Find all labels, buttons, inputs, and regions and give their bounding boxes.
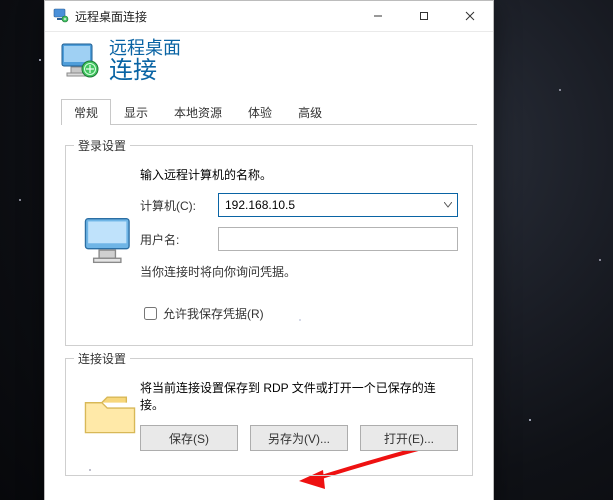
banner-title: 远程桌面 xyxy=(109,38,181,58)
close-button[interactable] xyxy=(447,1,493,31)
conn-group-title: 连接设置 xyxy=(74,350,130,367)
banner-subtitle: 连接 xyxy=(109,58,181,84)
username-input[interactable] xyxy=(218,227,458,251)
close-icon xyxy=(465,11,475,21)
tab-local-resources[interactable]: 本地资源 xyxy=(161,99,235,126)
folder-icon xyxy=(80,427,140,441)
computer-input[interactable] xyxy=(219,194,439,216)
tab-strip: 常规 显示 本地资源 体验 高级 xyxy=(45,92,493,125)
save-credentials-checkbox[interactable] xyxy=(144,307,157,320)
tab-general[interactable]: 常规 xyxy=(61,99,111,126)
maximize-icon xyxy=(419,11,429,21)
computer-combobox[interactable] xyxy=(218,193,458,217)
minimize-button[interactable] xyxy=(355,1,401,31)
content-area: 登录设置 输入远程计算机的名称。 计算机(C): xyxy=(45,125,493,500)
desktop-background: 远程桌面连接 远程桌面 连接 xyxy=(0,0,613,500)
window-title: 远程桌面连接 xyxy=(75,8,147,25)
save-as-button[interactable]: 另存为(V)... xyxy=(250,425,348,451)
login-settings-group: 登录设置 输入远程计算机的名称。 计算机(C): xyxy=(65,145,473,346)
rdp-dialog-window: 远程桌面连接 远程桌面 连接 xyxy=(44,0,494,500)
connection-note: 将当前连接设置保存到 RDP 文件或打开一个已保存的连接。 xyxy=(140,379,458,413)
minimize-icon xyxy=(373,11,383,21)
computer-label: 计算机(C): xyxy=(140,197,218,214)
maximize-button[interactable] xyxy=(401,1,447,31)
login-group-title: 登录设置 xyxy=(74,137,130,154)
tab-advanced[interactable]: 高级 xyxy=(285,99,335,126)
rdc-logo-icon xyxy=(59,40,101,82)
app-icon xyxy=(53,8,69,24)
connection-settings-group: 连接设置 将当前连接设置保存到 RDP 文件或打开一个已保存的连接。 保存(S)… xyxy=(65,358,473,476)
save-credentials-label: 允许我保存凭据(R) xyxy=(163,305,264,322)
banner: 远程桌面 连接 xyxy=(45,32,493,92)
credentials-note: 当你连接时将向你询问凭据。 xyxy=(140,263,458,280)
login-prompt-text: 输入远程计算机的名称。 xyxy=(140,166,458,183)
computer-icon xyxy=(80,259,140,273)
chevron-down-icon[interactable] xyxy=(439,194,457,216)
tab-display[interactable]: 显示 xyxy=(111,99,161,126)
tab-experience[interactable]: 体验 xyxy=(235,99,285,126)
open-button[interactable]: 打开(E)... xyxy=(360,425,458,451)
titlebar[interactable]: 远程桌面连接 xyxy=(45,1,493,32)
save-button[interactable]: 保存(S) xyxy=(140,425,238,451)
username-label: 用户名: xyxy=(140,231,218,248)
